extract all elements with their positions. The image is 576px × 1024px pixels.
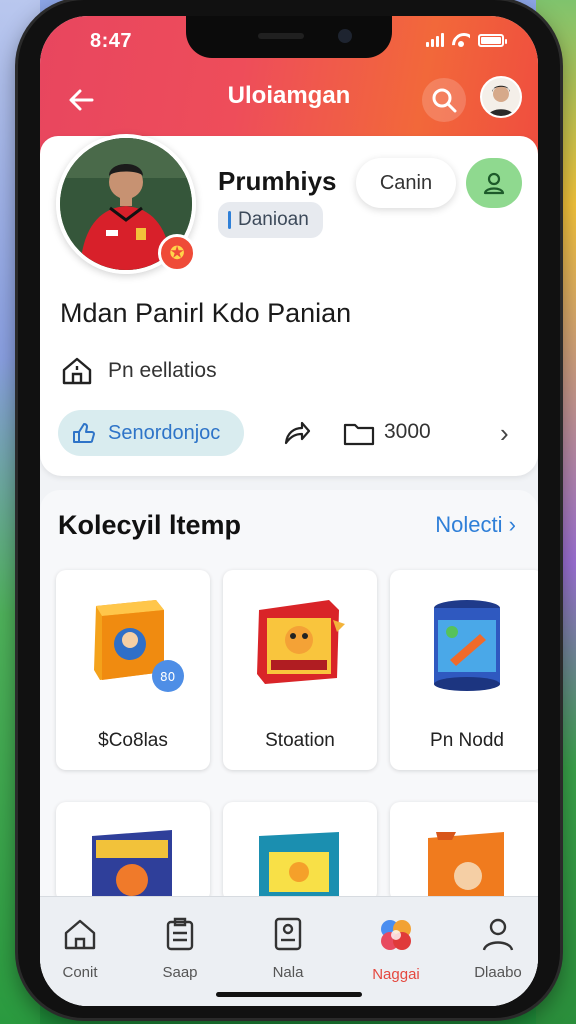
see-all-label: Nolecti <box>435 512 503 537</box>
item-card[interactable]: 80 $Co8las <box>56 570 210 770</box>
profile-card: ✪ Prumhiys Danioan Canin Mdan Panirl Kdo… <box>40 134 538 476</box>
sensor-chip[interactable]: Senordonjoc <box>58 410 244 456</box>
meta-text: Pn eellatios <box>108 359 217 382</box>
item-label: Stoation <box>265 730 335 751</box>
nav-label: Saap <box>162 964 198 981</box>
count-value: 3000 <box>384 420 431 443</box>
meta-row: Pn eellatios <box>60 354 217 388</box>
user-icon <box>482 918 514 951</box>
role-chip[interactable]: Danioan <box>218 202 323 238</box>
bottom-nav: Conit Saap Nala Naggai Dlaabo <box>40 896 538 1006</box>
nav-label: Conit <box>62 964 98 981</box>
item-card[interactable]: Stoation <box>223 570 377 770</box>
battery-icon <box>478 34 507 47</box>
nav-item-notes[interactable]: Nala <box>248 915 328 981</box>
notch <box>186 16 392 58</box>
contact-button[interactable]: Canin <box>356 158 456 208</box>
profile-badge-icon: ✪ <box>158 234 196 272</box>
toy-box-icon <box>259 832 339 902</box>
nav-item-home[interactable]: Conit <box>40 915 120 981</box>
section-title: Kolecyil ltemp <box>58 510 242 540</box>
chevron-right-icon[interactable]: › <box>500 418 509 449</box>
user-avatar[interactable] <box>480 76 522 118</box>
status-time: 8:47 <box>90 30 133 52</box>
toy-box-icon <box>257 600 345 684</box>
follow-button[interactable] <box>466 158 522 208</box>
status-icons <box>426 33 507 47</box>
search-button[interactable] <box>422 78 466 122</box>
item-card[interactable] <box>390 802 538 902</box>
chevron-right-icon: › <box>508 512 516 537</box>
home-badge-icon <box>62 357 92 385</box>
flower-app-icon <box>381 920 411 950</box>
nav-label: Naggai <box>372 966 420 983</box>
item-label: $Co8las <box>98 730 168 751</box>
toy-box-icon: 80 <box>94 600 184 692</box>
folder-icon <box>343 423 375 446</box>
item-label: Pn Nodd <box>430 730 504 751</box>
nav-item-profile[interactable]: Dlaabo <box>458 915 538 981</box>
phone-frame: 8:47 Uloiamgan ✪ Prumhiys Danioan Canin … <box>18 0 560 1018</box>
toy-box-icon <box>428 832 504 902</box>
nav-label: Dlaabo <box>474 964 522 981</box>
nav-label: Nala <box>272 964 304 981</box>
toy-box-icon <box>92 830 172 902</box>
item-card[interactable] <box>223 802 377 902</box>
phone-screen: 8:47 Uloiamgan ✪ Prumhiys Danioan Canin … <box>40 16 538 1006</box>
user-add-icon <box>483 172 505 195</box>
actions-row: Senordonjoc 3000 › <box>58 410 520 456</box>
item-card[interactable]: Pn Nodd <box>390 570 538 770</box>
svg-text:80: 80 <box>160 670 175 684</box>
signal-icon <box>426 33 444 47</box>
home-indicator[interactable] <box>216 992 362 997</box>
profile-subtitle: Mdan Panirl Kdo Panian <box>60 298 352 328</box>
see-all-link[interactable]: Nolecti › <box>435 512 516 538</box>
sensor-label: Senordonjoc <box>108 422 221 444</box>
share-icon[interactable] <box>282 419 312 447</box>
thumbs-up-icon <box>73 423 95 443</box>
home-icon <box>64 919 96 950</box>
profile-name: Prumhiys <box>218 166 337 196</box>
search-icon <box>432 88 457 113</box>
wifi-icon <box>452 33 470 47</box>
avatar-face-icon <box>482 78 520 116</box>
clipboard-icon <box>166 917 194 951</box>
nav-item-games[interactable]: Naggai <box>356 915 436 983</box>
toy-can-icon <box>434 600 500 691</box>
nav-item-shop[interactable]: Saap <box>140 915 220 981</box>
document-icon <box>274 917 302 951</box>
item-card[interactable] <box>56 802 210 902</box>
